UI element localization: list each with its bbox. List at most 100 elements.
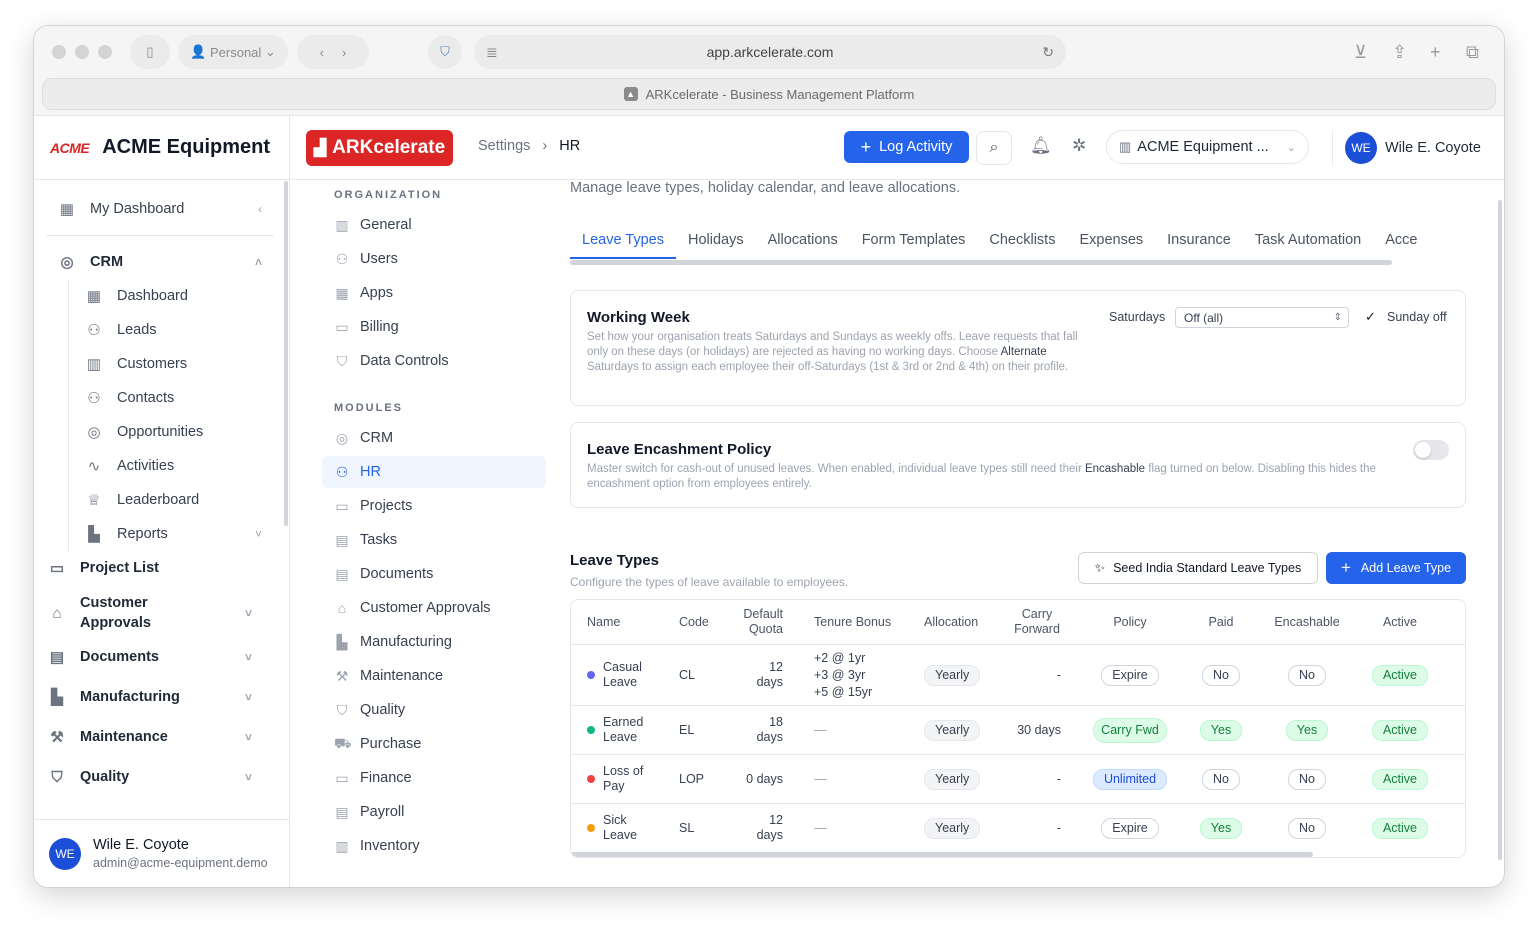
close-window-button[interactable] xyxy=(52,45,66,59)
back-icon[interactable]: ‹ xyxy=(320,45,324,60)
settings-item-users[interactable]: ⚇ Users xyxy=(322,243,546,275)
reader-icon[interactable]: ≣ xyxy=(486,44,498,61)
tab-allocations[interactable]: Allocations xyxy=(756,225,850,259)
tabs-scrollbar[interactable] xyxy=(570,260,1392,265)
sunday-off-checkbox[interactable]: ✓ xyxy=(1365,309,1376,325)
cell-policy: Carry Fwd xyxy=(1091,706,1169,754)
breadcrumb-settings[interactable]: Settings xyxy=(478,138,530,154)
sidebar-scrollbar[interactable] xyxy=(284,181,288,526)
settings-item-manufacturing[interactable]: ▙ Manufacturing xyxy=(322,626,546,658)
settings-item-billing[interactable]: ▭ Billing xyxy=(322,311,546,343)
status-badge[interactable]: Active xyxy=(1371,768,1429,790)
settings-item-payroll[interactable]: ▤ Payroll xyxy=(322,796,546,828)
sidebar-item-my-dashboard[interactable]: ▦ My Dashboard ‹ xyxy=(46,192,274,226)
forward-icon[interactable]: › xyxy=(342,45,346,60)
settings-item-hr[interactable]: ⚇ HR xyxy=(322,456,546,488)
status-badge[interactable]: Active xyxy=(1371,664,1429,686)
log-activity-button[interactable]: + Log Activity xyxy=(844,131,969,163)
sidebar-item-activities[interactable]: ∿ Activities xyxy=(69,449,274,483)
profile-label: Personal xyxy=(209,44,262,60)
sidebar-item-label: Reports xyxy=(117,526,168,542)
sidebar-brand[interactable]: ACME ACME Equipment xyxy=(34,116,289,180)
chevron-down-icon: ˅ xyxy=(244,730,252,744)
saturdays-select[interactable]: Off (all) ⇕ xyxy=(1175,307,1349,328)
add-leave-type-button[interactable]: + Add Leave Type xyxy=(1326,552,1466,584)
settings-item-finance[interactable]: ▭ Finance xyxy=(322,762,546,794)
sidebar-item-leaderboard[interactable]: ♕ Leaderboard xyxy=(69,483,274,517)
table-row[interactable]: Loss of Pay LOP 0 days — Yearly - Unlimited No N… xyxy=(571,754,1465,803)
cell-quota: 12 days xyxy=(735,804,783,852)
settings-item-crm[interactable]: ◎ CRM xyxy=(322,422,546,454)
tab-leave-types[interactable]: Leave Types xyxy=(570,225,676,259)
paid-badge: No xyxy=(1202,664,1240,686)
hr-tabs: Leave Types Holidays Allocations Form Te… xyxy=(570,225,1466,261)
tabs-overview-icon[interactable]: ⧉ xyxy=(1466,42,1479,63)
browser-tab[interactable]: ▲ ARKcelerate - Business Management Plat… xyxy=(42,78,1496,110)
encashment-toggle[interactable] xyxy=(1413,440,1449,460)
table-row[interactable]: Earned Leave EL 18 days — Yearly 30 days Carry… xyxy=(571,705,1465,754)
new-tab-icon[interactable]: + xyxy=(1430,42,1441,63)
sidebar-item-leads[interactable]: ⚇ Leads xyxy=(69,313,274,347)
page-scrollbar[interactable] xyxy=(1498,200,1502,860)
user-info: Wile E. Coyote admin@acme-equipment.demo xyxy=(93,837,268,870)
sidebar-item-reports[interactable]: ▙ Reports ˅ xyxy=(69,517,274,551)
download-icon[interactable]: ⊻ xyxy=(1354,42,1367,63)
settings-item-label: Projects xyxy=(360,498,413,514)
settings-item-customer-approvals[interactable]: ⌂ Customer Approvals xyxy=(322,592,546,624)
profile-selector[interactable]: 👤 Personal ⌄ xyxy=(178,35,288,69)
status-badge[interactable]: Active xyxy=(1371,719,1429,741)
settings-item-maintenance[interactable]: ⚒ Maintenance xyxy=(322,660,546,692)
settings-item-data-controls[interactable]: ⛉ Data Controls xyxy=(322,345,546,377)
bell-icon[interactable]: 🔔︎ xyxy=(1030,136,1052,156)
status-badge[interactable]: Active xyxy=(1371,817,1429,839)
collapse-icon[interactable]: ‹ xyxy=(258,202,262,216)
shield-icon[interactable]: ⛉ xyxy=(428,35,462,69)
sidebar-toggle-icon[interactable]: ▯ xyxy=(130,35,170,69)
sidebar-item-customer-approvals[interactable]: ⌂ Customer Approvals ˅ xyxy=(46,589,274,637)
sidebar-item-opportunities[interactable]: ◎ Opportunities xyxy=(69,415,274,449)
settings-item-purchase[interactable]: ⛟ Purchase xyxy=(322,728,546,760)
arkcelerate-logo[interactable]: ▟ ARKcelerate xyxy=(306,130,453,166)
settings-item-inventory[interactable]: ▥ Inventory xyxy=(322,830,546,862)
settings-nav: ORGANIZATION ▥ General ⚇ Users ▦ Apps ▭ Bill… xyxy=(290,180,556,887)
tab-expenses[interactable]: Expenses xyxy=(1067,225,1155,259)
tab-access[interactable]: Acce xyxy=(1373,225,1429,259)
sidebar-item-maintenance[interactable]: ⚒ Maintenance ˅ xyxy=(46,717,274,757)
settings-item-documents[interactable]: ▤ Documents xyxy=(322,558,546,590)
sidebar-user-card[interactable]: WE Wile E. Coyote admin@acme-equipment.d… xyxy=(34,819,289,887)
settings-item-tasks[interactable]: ▤ Tasks xyxy=(322,524,546,556)
address-bar[interactable]: ≣ app.arkcelerate.com ↻ xyxy=(474,35,1066,69)
company-selector[interactable]: ▥ ACME Equipment ... ⌄ xyxy=(1106,130,1309,164)
settings-item-quality[interactable]: ⛉ Quality xyxy=(322,694,546,726)
sidebar-item-documents[interactable]: ▤ Documents ˅ xyxy=(46,637,274,677)
tab-insurance[interactable]: Insurance xyxy=(1155,225,1243,259)
settings-item-general[interactable]: ▥ General xyxy=(322,209,546,241)
settings-item-apps[interactable]: ▦ Apps xyxy=(322,277,546,309)
table-scrollbar[interactable] xyxy=(571,852,1313,857)
seed-leave-types-button[interactable]: ✨︎ Seed India Standard Leave Types xyxy=(1078,552,1318,584)
reload-icon[interactable]: ↻ xyxy=(1042,44,1054,61)
search-button[interactable]: ⌕ xyxy=(976,131,1012,165)
sidebar-item-manufacturing[interactable]: ▙ Manufacturing ˅ xyxy=(46,677,274,717)
table-row[interactable]: Casual Leave CL 12 days +2 @ 1yr +3 @ 3yr +… xyxy=(571,644,1465,705)
settings-item-label: Data Controls xyxy=(360,353,449,369)
minimize-window-button[interactable] xyxy=(75,45,89,59)
sidebar-item-quality[interactable]: ⛉ Quality ˅ xyxy=(46,757,274,797)
table-row[interactable]: Sick Leave SL 12 days — Yearly - Expire Yes No Ac… xyxy=(571,803,1465,852)
sidebar-nav: ▦ My Dashboard ‹ ◎ CRM ˄ ▦ Dashboard ⚇ Leads ▥… xyxy=(46,192,274,797)
settings-item-projects[interactable]: ▭ Projects xyxy=(322,490,546,522)
sidebar-item-contacts[interactable]: ⚇ Contacts xyxy=(69,381,274,415)
tab-checklists[interactable]: Checklists xyxy=(977,225,1067,259)
sidebar-item-project-list[interactable]: ▭ Project List xyxy=(46,551,274,585)
sidebar-item-customers[interactable]: ▥ Customers xyxy=(69,347,274,381)
share-icon[interactable]: ⇪ xyxy=(1392,42,1407,63)
tab-holidays[interactable]: Holidays xyxy=(676,225,756,259)
sidebar-item-crm[interactable]: ◎ CRM ˄ xyxy=(46,245,274,279)
user-menu[interactable]: WE Wile E. Coyote xyxy=(1332,131,1481,165)
bug-icon[interactable]: ✲ xyxy=(1072,136,1086,156)
tab-form-templates[interactable]: Form Templates xyxy=(850,225,978,259)
building-icon: ▟ xyxy=(313,140,327,157)
tab-task-automation[interactable]: Task Automation xyxy=(1243,225,1373,259)
zoom-window-button[interactable] xyxy=(98,45,112,59)
sidebar-item-dashboard[interactable]: ▦ Dashboard xyxy=(69,279,274,313)
